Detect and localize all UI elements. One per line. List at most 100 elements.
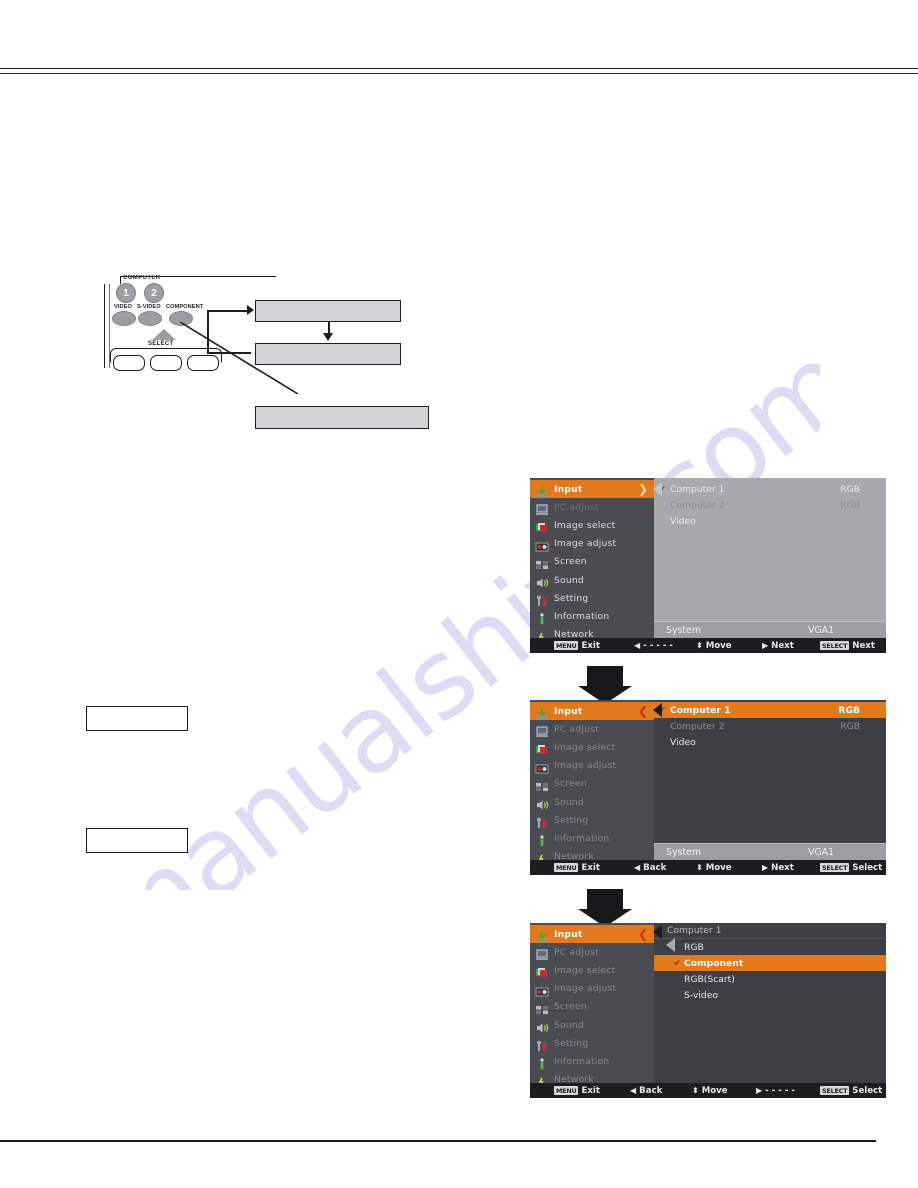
sidebar-item-input[interactable]: Input ❯	[530, 480, 654, 499]
footer-next[interactable]: ▶ Next	[762, 863, 794, 873]
footer-back[interactable]: ◀ Back	[634, 863, 666, 873]
remote-button-2[interactable]: 2	[144, 283, 164, 303]
sidebar-item-pc-adjust[interactable]: PC adjust	[530, 498, 654, 516]
remote-button-1[interactable]: 1	[116, 283, 136, 303]
footer-back[interactable]: ◀ Back	[630, 1086, 662, 1096]
input-row-computer1[interactable]: ✔ Computer 1 RGB	[654, 481, 886, 497]
osd-panel-input-menu[interactable]: Input ❯ PC adjust Image select Image adj…	[530, 478, 886, 653]
remote-lower-button-2[interactable]	[150, 355, 182, 371]
osd-panel-source-select[interactable]: Input ❮ PC adjust Image select Image adj…	[530, 923, 886, 1098]
footer-exit[interactable]: MENU Exit	[554, 641, 600, 651]
footer-select[interactable]: SELECT Select	[820, 1086, 882, 1096]
osd-panel1-body: Input ❯ PC adjust Image select Image adj…	[530, 478, 886, 643]
page-header-rule-lower	[0, 73, 918, 74]
sidebar-label-image-adjust: Image adjust	[554, 760, 617, 772]
sidebar-item-setting[interactable]: Setting	[530, 589, 654, 607]
footer-right[interactable]: ▶ - - - - -	[756, 1086, 795, 1096]
input-row-label: Video	[670, 515, 696, 527]
footer-left[interactable]: ◀ - - - - -	[634, 641, 673, 651]
select-keycap-icon: SELECT	[820, 1086, 850, 1095]
sidebar-label-image-adjust: Image adjust	[554, 983, 617, 995]
sidebar-item-sound[interactable]: Sound	[530, 1016, 654, 1034]
osd-panel1-content[interactable]: ✔ Computer 1 RGB Computer 2 RGB Video Sy…	[653, 478, 886, 638]
sidebar-item-information[interactable]: Information	[530, 607, 654, 625]
sidebar-item-image-select[interactable]: Image select	[530, 516, 654, 534]
footer-exit[interactable]: MENU Exit	[554, 863, 600, 873]
footer-select-label: Select	[852, 1085, 883, 1096]
footer-move[interactable]: ⬍ Move	[696, 641, 732, 651]
footer-left-label: - - - - -	[643, 640, 673, 651]
sidebar-item-information[interactable]: Information	[530, 1052, 654, 1070]
source-option-rgb[interactable]: RGB	[654, 939, 886, 955]
osd-panel3-content[interactable]: Computer 1 RGB ✔ Component RGB(Scart) S-…	[653, 923, 886, 1083]
page-header-rule-upper	[0, 68, 918, 69]
input-row-computer1[interactable]: ✔ Computer 1 RGB	[654, 702, 886, 718]
check-icon: ✔	[674, 958, 681, 968]
remote-s-video-button[interactable]	[138, 311, 162, 326]
setting-icon	[535, 1037, 549, 1052]
sidebar-label-setting: Setting	[554, 592, 589, 604]
sidebar-item-setting[interactable]: Setting	[530, 1034, 654, 1052]
sound-icon	[535, 574, 549, 588]
sidebar-label-information: Information	[554, 832, 610, 844]
footer-select[interactable]: SELECT Select	[820, 863, 882, 873]
osd-panel1-sidebar[interactable]: Input ❯ PC adjust Image select Image adj…	[530, 478, 654, 643]
sidebar-item-image-select[interactable]: Image select	[530, 961, 654, 979]
sidebar-item-sound[interactable]: Sound	[530, 793, 654, 811]
source-option-s-video[interactable]: S-video	[654, 987, 886, 1003]
osd-panel2-content[interactable]: ✔ Computer 1 RGB Computer 2 RGB Video Sy…	[653, 700, 886, 860]
pc-adjust-icon	[535, 946, 549, 961]
osd-panel-input-selected[interactable]: Input ❮ PC adjust Image select Image adj…	[530, 700, 886, 875]
sidebar-item-setting[interactable]: Setting	[530, 811, 654, 829]
right-arrow-icon: ▶	[762, 863, 769, 872]
remote-lower-button-1[interactable]	[113, 355, 145, 371]
input-row-video[interactable]: Video	[654, 513, 886, 529]
footer-exit[interactable]: MENU Exit	[554, 1086, 600, 1096]
remote-leader-line-drop	[120, 276, 121, 284]
sidebar-item-screen[interactable]: Screen	[530, 553, 654, 571]
sidebar-item-image-adjust[interactable]: Image adjust	[530, 535, 654, 553]
up-down-arrow-icon: ⬍	[696, 863, 703, 872]
setting-icon	[535, 592, 549, 607]
sidebar-item-pc-adjust[interactable]: PC adjust	[530, 720, 654, 738]
sidebar-item-sound[interactable]: Sound	[530, 571, 654, 589]
source-option-rgb-scart[interactable]: RGB(Scart)	[654, 971, 886, 987]
footer-move[interactable]: ⬍ Move	[692, 1086, 728, 1096]
menu-keycap-icon: MENU	[554, 863, 579, 872]
sidebar-item-information[interactable]: Information	[530, 829, 654, 847]
footer-move-label: Move	[705, 640, 732, 651]
input-row-video[interactable]: Video	[654, 734, 886, 750]
input-row-computer2[interactable]: Computer 2 RGB	[654, 718, 886, 734]
footer-back-label: Back	[643, 862, 667, 873]
osd-panel2-sidebar[interactable]: Input ❮ PC adjust Image select Image adj…	[530, 700, 654, 865]
osd-panel3-sidebar[interactable]: Input ❮ PC adjust Image select Image adj…	[530, 923, 654, 1088]
footer-move[interactable]: ⬍ Move	[696, 863, 732, 873]
input-row-label: Computer 1	[670, 483, 725, 495]
osd-panel2-system-row: System VGA1	[654, 843, 886, 860]
sidebar-label-pc-adjust: PC adjust	[554, 723, 599, 735]
footer-select[interactable]: SELECT Next	[820, 641, 875, 651]
sidebar-item-screen[interactable]: Screen	[530, 775, 654, 793]
input-row-computer2[interactable]: Computer 2 RGB	[654, 497, 886, 513]
sidebar-item-input[interactable]: Input ❮	[530, 702, 654, 721]
osd-panel2-body: Input ❮ PC adjust Image select Image adj…	[530, 700, 886, 865]
sidebar-item-screen[interactable]: Screen	[530, 998, 654, 1016]
pc-adjust-icon	[535, 723, 549, 738]
remote-up-arrow-icon[interactable]	[152, 329, 176, 340]
source-option-label: RGB(Scart)	[684, 973, 735, 985]
osd-panel1-footer: MENU Exit ◀ - - - - - ⬍ Move ▶ Next SELE…	[530, 638, 886, 653]
remote-video-button[interactable]	[112, 311, 136, 326]
sidebar-label-setting: Setting	[554, 814, 589, 826]
sidebar-item-pc-adjust[interactable]: PC adjust	[530, 943, 654, 961]
sidebar-item-image-select[interactable]: Image select	[530, 738, 654, 756]
information-icon	[535, 610, 549, 625]
sidebar-item-image-adjust[interactable]: Image adjust	[530, 980, 654, 998]
sidebar-item-input[interactable]: Input ❮	[530, 925, 654, 944]
footer-next[interactable]: ▶ Next	[762, 641, 794, 651]
arrow-shaft	[587, 666, 623, 686]
osd-panel3-body: Input ❮ PC adjust Image select Image adj…	[530, 923, 886, 1088]
input-row-value: RGB	[838, 704, 860, 716]
source-option-component[interactable]: ✔ Component	[654, 955, 886, 971]
footer-select-label: Next	[852, 640, 875, 651]
sidebar-item-image-adjust[interactable]: Image adjust	[530, 757, 654, 775]
